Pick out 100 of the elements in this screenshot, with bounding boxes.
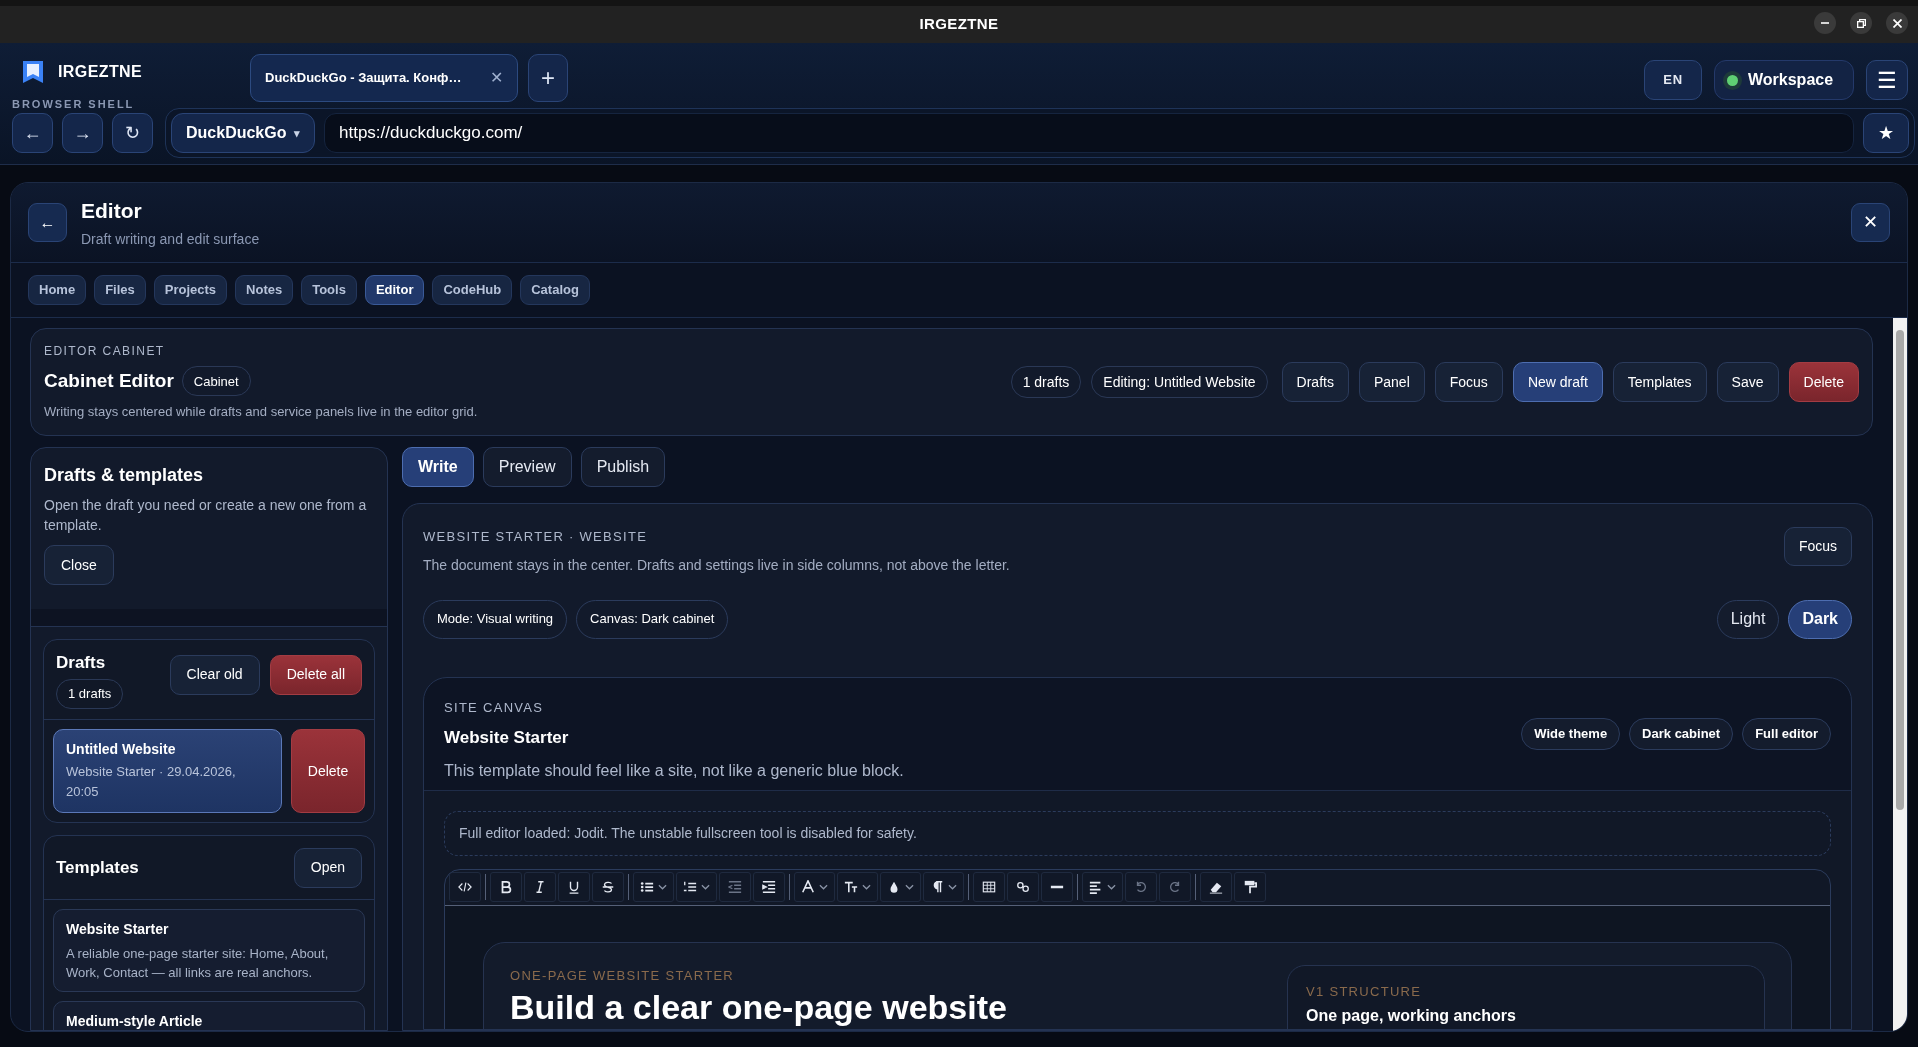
minimize-icon [1821, 22, 1829, 24]
toolbar-button[interactable] [524, 872, 556, 902]
template-item[interactable]: Medium-style Article [53, 1001, 365, 1030]
toolbar-button[interactable] [558, 872, 590, 902]
bold-icon [499, 880, 513, 894]
canvas-description: This template should feel like a site, not like a generic blue block. [444, 760, 904, 781]
toolbar-button[interactable] [1007, 872, 1039, 902]
action-button[interactable]: Delete [1788, 362, 1859, 402]
language-button[interactable]: EN [1644, 60, 1702, 100]
indent-icon [762, 880, 776, 894]
cabinet-title: Cabinet Editor [44, 369, 174, 393]
toolbar-button[interactable] [676, 872, 717, 902]
toolbar-button[interactable] [1200, 872, 1232, 902]
list-icon [640, 880, 654, 894]
strike-icon [601, 880, 615, 894]
fontsize-icon [844, 880, 858, 894]
action-button[interactable]: Panel [1358, 362, 1425, 402]
menu-button[interactable]: ☰ [1866, 60, 1908, 100]
window-title: IRGEZTNE [919, 14, 999, 35]
section-tab[interactable]: Home [28, 275, 87, 305]
eyebrow-label: V1 STRUCTURE [1306, 982, 1423, 1001]
section-tab[interactable]: Projects [153, 275, 228, 305]
underline-icon [567, 880, 581, 894]
minimize-button[interactable] [1814, 12, 1836, 34]
eyebrow-label: SITE CANVAS [444, 698, 545, 717]
back-button[interactable]: ← [28, 203, 67, 242]
section-tab[interactable]: CodeHub [432, 275, 513, 305]
feature-tag: Dark cabinet [1629, 717, 1734, 750]
mode-tab[interactable]: Write [402, 447, 474, 487]
feature-tag: Full editor [1742, 717, 1831, 750]
focus-button[interactable]: Focus [1783, 527, 1852, 566]
eraser-icon [1209, 880, 1223, 894]
template-item[interactable]: Website Starter A reliable one-page starter site: Home, About, Work, Contact — all links are real anchors. [53, 909, 365, 992]
close-button[interactable] [1886, 12, 1908, 34]
mode-tab[interactable]: Preview [482, 447, 572, 487]
maximize-button[interactable] [1850, 12, 1872, 34]
toolbar-button[interactable] [880, 872, 921, 902]
delete-button[interactable]: Delete [291, 729, 365, 813]
reload-button[interactable]: ↻ [112, 113, 153, 153]
section-tab[interactable]: Catalog [520, 275, 590, 305]
section-tab[interactable]: Notes [235, 275, 294, 305]
back-button[interactable]: ← [12, 113, 53, 153]
workspace-button[interactable]: Workspace [1714, 60, 1854, 100]
action-button[interactable]: Templates [1612, 362, 1707, 402]
draft-item[interactable]: Untitled Website Website Starter · 29.04.2026, 20:05 [53, 729, 282, 813]
new-tab-button[interactable]: + [528, 54, 568, 102]
url-field[interactable]: https://duckduckgo.com/ [324, 113, 1854, 153]
tab-close-button[interactable]: ✕ [490, 66, 503, 90]
toolbar-button[interactable] [794, 872, 835, 902]
eyebrow-label: WEBSITE STARTER · WEBSITE [423, 528, 649, 546]
feature-tag: Wide theme [1521, 717, 1621, 750]
panel-subtitle: Draft writing and edit surface [81, 229, 260, 249]
toolbar-button[interactable] [837, 872, 878, 902]
align-icon [1089, 880, 1103, 894]
action-button[interactable]: Drafts [1281, 362, 1349, 402]
chevron-icon [948, 884, 957, 890]
browser-tab[interactable]: DuckDuckGo - Защита. Конф… ✕ [250, 54, 518, 102]
bookmark-button[interactable]: ★ [1863, 113, 1909, 153]
section-tab[interactable]: Files [94, 275, 146, 305]
toolbar-button[interactable] [449, 872, 481, 902]
action-button[interactable]: New draft [1512, 362, 1603, 402]
chevron-icon [1107, 884, 1116, 890]
toolbar-button[interactable] [973, 872, 1005, 902]
theme-toggle[interactable]: Light [1716, 599, 1780, 639]
forward-button[interactable]: → [62, 113, 103, 153]
tab-title: DuckDuckGo - Защита. Конф… [265, 69, 462, 88]
toolbar-button[interactable] [633, 872, 674, 902]
toolbar-button[interactable] [490, 872, 522, 902]
action-button[interactable]: Focus [1434, 362, 1503, 402]
structure-title: One page, working anchors [1306, 1006, 1517, 1025]
toolbar-button[interactable] [1041, 872, 1073, 902]
numbered-icon [683, 880, 697, 894]
chevron-icon [905, 884, 914, 890]
clear-old-button[interactable]: Clear old [169, 654, 260, 695]
close-button[interactable]: ✕ [1851, 203, 1890, 242]
toolbar-button[interactable] [1234, 872, 1266, 902]
section-tab[interactable]: Editor [364, 275, 425, 305]
action-button[interactable]: Save [1716, 362, 1779, 402]
sidebar-description: Open the draft you need or create a new one from a template. [44, 496, 368, 535]
toolbar-button[interactable] [1082, 872, 1123, 902]
section-tab[interactable]: Tools [301, 275, 357, 305]
link-icon [1016, 880, 1030, 894]
editor-notice: Full editor loaded: Jodit. The unstable fullscreen tool is disabled for safety. [444, 810, 1831, 856]
delete-all-button[interactable]: Delete all [269, 654, 362, 695]
toolbar-button[interactable] [753, 872, 785, 902]
caret-icon: ▾ [294, 124, 300, 142]
search-engine-dropdown[interactable]: DuckDuckGo ▾ [171, 113, 315, 153]
section-label: BROWSER SHELL [12, 97, 136, 112]
redo-icon [1168, 880, 1182, 894]
document-description: The document stays in the center. Drafts and settings live in side columns, not above the letter. [423, 555, 1010, 575]
close-button[interactable]: Close [44, 545, 114, 585]
close-icon [1892, 18, 1902, 28]
mode-tab[interactable]: Publish [580, 447, 666, 487]
outdent-icon [728, 880, 742, 894]
toolbar-button[interactable] [923, 872, 964, 902]
eyebrow-label: EDITOR CABINET [44, 343, 166, 361]
open-button[interactable]: Open [293, 847, 362, 888]
undo-icon [1134, 880, 1148, 894]
theme-toggle[interactable]: Dark [1788, 599, 1852, 639]
toolbar-button[interactable] [592, 872, 624, 902]
